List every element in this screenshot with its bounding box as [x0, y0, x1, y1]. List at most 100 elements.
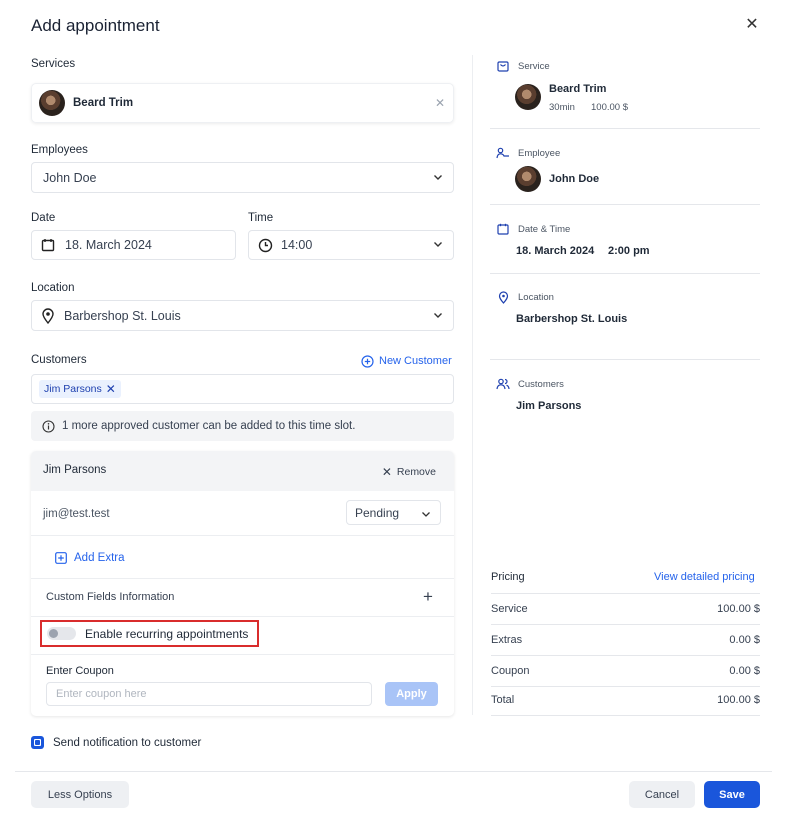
save-button[interactable]: Save — [704, 781, 760, 808]
clock-icon — [257, 237, 273, 253]
apply-coupon-button[interactable]: Apply — [385, 682, 438, 706]
bag-icon — [495, 58, 511, 74]
price-row-value: 100.00 $ — [717, 603, 760, 615]
customer-panel-header: Jim Parsons ✕ Remove — [31, 451, 454, 491]
divider — [491, 715, 760, 716]
summary-service-head: Service — [495, 58, 550, 74]
coupon-label: Enter Coupon — [46, 665, 114, 677]
chevron-down-icon — [421, 508, 431, 522]
summary-date: 18. March 2024 — [516, 245, 595, 257]
divider — [31, 578, 454, 579]
price-row: Service 100.00 $ — [491, 603, 760, 615]
time-select[interactable]: 14:00 — [248, 230, 454, 260]
chevron-down-icon — [433, 239, 443, 249]
pricing-title: Pricing — [491, 571, 525, 583]
divider — [31, 654, 454, 655]
summary-service-duration: 30min — [549, 102, 575, 113]
summary-customers-label: Customers — [518, 378, 564, 390]
summary-service-name: Beard Trim — [549, 83, 607, 95]
divider — [490, 359, 760, 360]
summary-location-head: Location — [495, 289, 554, 305]
less-options-button[interactable]: Less Options — [31, 781, 129, 808]
custom-fields-label: Custom Fields Information — [46, 591, 175, 603]
footer-divider — [15, 771, 772, 772]
summary-datetime-head: Date & Time — [495, 221, 570, 237]
recurring-toggle[interactable] — [47, 627, 76, 640]
price-row: Coupon 0.00 $ — [491, 665, 760, 677]
location-label: Location — [31, 282, 75, 294]
service-avatar — [39, 90, 65, 116]
summary-employee-head: Employee — [495, 145, 560, 161]
price-row-total: Total 100.00 $ — [491, 694, 760, 706]
summary-service-avatar — [515, 84, 541, 110]
cancel-button[interactable]: Cancel — [629, 781, 695, 808]
time-label: Time — [248, 212, 274, 224]
price-row-label: Total — [491, 694, 515, 706]
coupon-input[interactable] — [46, 682, 372, 706]
summary-location: Barbershop St. Louis — [516, 313, 628, 325]
chevron-down-icon — [433, 310, 443, 320]
price-row-label: Extras — [491, 634, 523, 646]
employee-icon — [495, 145, 511, 161]
info-icon — [40, 418, 56, 434]
customer-email: jim@test.test — [43, 508, 110, 520]
divider — [491, 655, 760, 656]
map-pin-icon — [495, 289, 511, 305]
summary-employee-name: John Doe — [549, 173, 600, 185]
map-pin-icon — [40, 307, 56, 324]
dialog-title: Add appointment — [31, 16, 160, 35]
location-value: Barbershop St. Louis — [64, 308, 181, 323]
summary-customers-head: Customers — [495, 376, 564, 392]
users-icon — [495, 376, 511, 392]
remove-tag-icon[interactable]: ✕ — [106, 383, 116, 395]
view-detailed-pricing-link[interactable]: View detailed pricing — [654, 571, 755, 583]
capacity-info-text: 1 more approved customer can be added to… — [62, 420, 356, 432]
service-name: Beard Trim — [73, 97, 134, 109]
divider — [31, 535, 454, 536]
plus-square-icon — [53, 550, 69, 566]
capacity-info: 1 more approved customer can be added to… — [31, 411, 454, 441]
time-value: 14:00 — [281, 238, 313, 252]
close-icon[interactable]: ✕ — [744, 17, 760, 33]
add-extra-label: Add Extra — [74, 552, 125, 564]
add-appointment-dialog: Add appointment ✕ Services Beard Trim ✕ … — [0, 0, 794, 829]
price-row-label: Coupon — [491, 665, 530, 677]
add-extra-button[interactable]: Add Extra — [53, 550, 125, 566]
calendar-icon — [495, 221, 511, 237]
notify-checkbox[interactable] — [31, 736, 44, 749]
booking-status-select[interactable]: Pending — [346, 500, 441, 525]
location-select[interactable]: Barbershop St. Louis — [31, 300, 454, 331]
price-row-value: 100.00 $ — [717, 694, 760, 706]
summary-service-label: Service — [518, 60, 550, 72]
employee-value: John Doe — [43, 170, 97, 185]
remove-service-icon[interactable]: ✕ — [435, 96, 445, 110]
summary-employee-avatar — [515, 166, 541, 192]
date-input[interactable]: 18. March 2024 — [31, 230, 236, 260]
divider — [490, 273, 760, 274]
summary-service-price: 100.00 $ — [591, 102, 628, 113]
remove-label: Remove — [396, 466, 436, 478]
plus-circle-icon — [359, 353, 375, 369]
new-customer-label: New Customer — [379, 355, 452, 367]
employee-select[interactable]: John Doe — [31, 162, 454, 193]
price-row: Extras 0.00 $ — [491, 634, 760, 646]
customers-select[interactable]: Jim Parsons ✕ — [31, 374, 454, 404]
calendar-icon — [40, 237, 56, 253]
customer-panel: Jim Parsons ✕ Remove jim@test.test Pendi… — [31, 451, 454, 716]
divider — [490, 128, 760, 129]
booking-status-value: Pending — [355, 505, 400, 520]
divider — [491, 593, 760, 594]
summary-datetime-label: Date & Time — [518, 223, 571, 235]
recurring-label: Enable recurring appointments — [85, 626, 249, 641]
selected-service-card[interactable]: Beard Trim ✕ — [31, 83, 454, 123]
summary-customer: Jim Parsons — [516, 400, 582, 412]
expand-plus-icon[interactable]: + — [423, 588, 433, 605]
customer-tag: Jim Parsons ✕ — [39, 380, 121, 398]
customer-panel-name: Jim Parsons — [43, 464, 107, 476]
column-divider — [472, 55, 473, 715]
new-customer-button[interactable]: New Customer — [359, 353, 452, 369]
toggle-knob — [49, 629, 58, 638]
price-row-value: 0.00 $ — [729, 665, 760, 677]
remove-customer-button[interactable]: ✕ Remove — [382, 465, 436, 479]
customer-tag-label: Jim Parsons — [44, 383, 102, 395]
